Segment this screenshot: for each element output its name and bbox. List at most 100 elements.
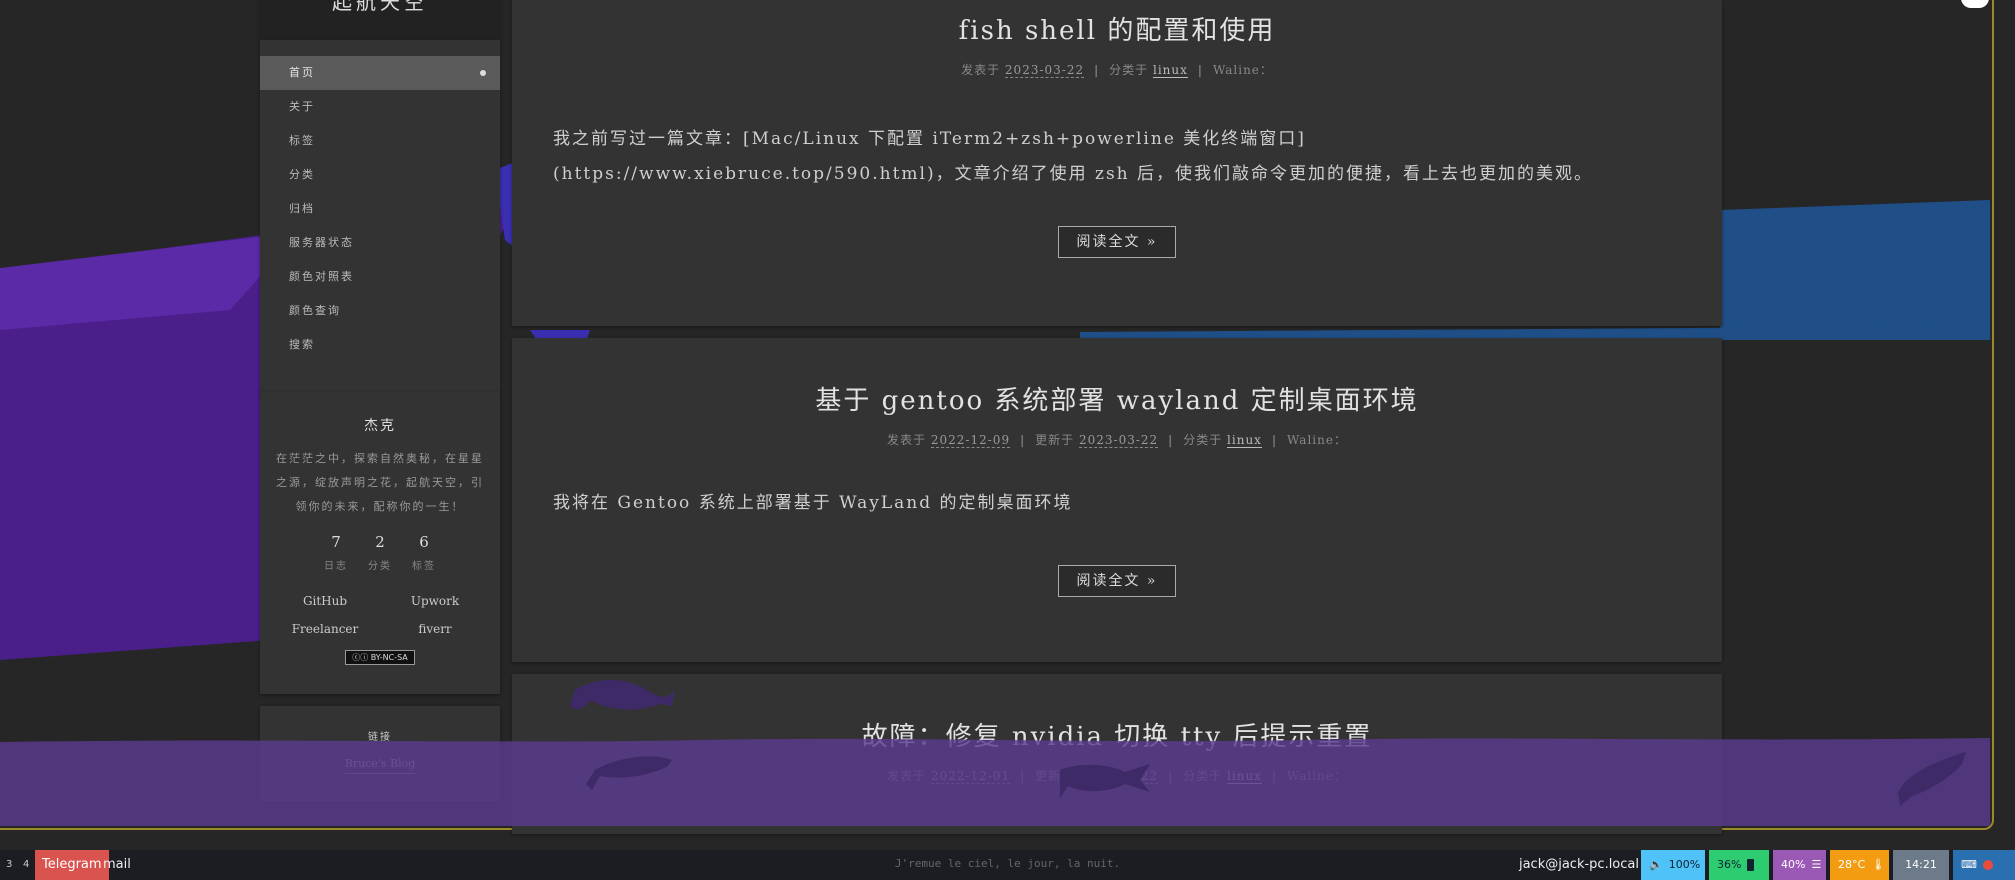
- menu-item-color-query[interactable]: 颜色查询: [260, 294, 500, 328]
- post-card: fish shell 的配置和使用 发表于 2023-03-22 | 分类于 lin…: [512, 0, 1722, 326]
- site-title: 起航天空: [332, 0, 428, 14]
- battery-module[interactable]: 36%: [1709, 850, 1769, 880]
- author-card: 杰克 在茫茫之中，探索自然奥秘，在星星之源，绽放声明之花，起航天空，引领你的未来…: [260, 392, 500, 694]
- category-link[interactable]: linux: [1227, 433, 1262, 448]
- post-meta: 发表于 2022-12-01 | 更新于 2023-03-22 | 分类于 linux |…: [887, 769, 1347, 784]
- user-host-label: jack@jack-pc.local: [1518, 857, 1639, 872]
- telegram-window-button[interactable]: Telegram: [35, 850, 109, 880]
- posted-label: 发表于: [961, 63, 1001, 77]
- speaker-icon: 🔈: [1649, 858, 1663, 871]
- posted-label: 发表于: [887, 433, 927, 447]
- cpu-value: 40%: [1781, 858, 1806, 871]
- menu-item-search[interactable]: 搜索: [260, 328, 500, 362]
- temperature-value: 28°C: [1838, 858, 1866, 871]
- stat-tags[interactable]: 6 标签: [411, 533, 437, 572]
- clock-value: 14:21: [1905, 858, 1937, 871]
- menu-item-label: 关于: [289, 100, 315, 113]
- menu-item-tags[interactable]: 标签: [260, 124, 500, 158]
- updated-date: 2023-03-22: [1078, 433, 1159, 448]
- link-upwork[interactable]: Upwork: [380, 594, 490, 608]
- menu-item-label: 颜色查询: [289, 304, 341, 317]
- posted-label: 发表于: [887, 769, 927, 783]
- system-tray: ⌨: [1953, 850, 2015, 880]
- menu-item-archives[interactable]: 归档: [260, 192, 500, 226]
- thermometer-icon: 🌡: [1871, 858, 1886, 871]
- clock-module[interactable]: 14:21: [1893, 850, 1949, 880]
- site-stats: 7 日志 2 分类 6 标签: [260, 533, 500, 572]
- menu-item-home[interactable]: 首页: [260, 56, 500, 90]
- menu-item-label: 首页: [289, 66, 315, 79]
- menu-item-categories[interactable]: 分类: [260, 158, 500, 192]
- cpu-module[interactable]: 40% ☰: [1773, 850, 1826, 880]
- menu-item-server-status[interactable]: 服务器状态: [260, 226, 500, 260]
- menu-item-label: 服务器状态: [289, 236, 354, 249]
- waline-count[interactable]: Waline：: [1287, 433, 1347, 447]
- site-brand[interactable]: 起航天空: [260, 0, 500, 40]
- post-card: 基于 gentoo 系统部署 wayland 定制桌面环境 发表于 2022-1…: [512, 338, 1722, 662]
- volume-module[interactable]: 🔈 100%: [1641, 850, 1705, 880]
- category-link[interactable]: linux: [1227, 769, 1262, 784]
- cc-icon: ⓒⓘ: [352, 653, 369, 662]
- stat-label: 标签: [412, 561, 436, 572]
- post-title[interactable]: fish shell 的配置和使用: [512, 10, 1722, 47]
- post-title[interactable]: 故障：修复 nvidia 切换 tty 后提示重置: [512, 716, 1722, 753]
- posted-date: 2022-12-01: [930, 769, 1011, 784]
- read-more-button[interactable]: 阅读全文 »: [1058, 226, 1176, 258]
- updated-label: 更新于: [1035, 769, 1075, 783]
- license-badge[interactable]: ⓒⓘ BY-NC-SA: [345, 650, 415, 665]
- stat-label: 分类: [368, 561, 392, 572]
- post-meta: 发表于 2022-12-09 | 更新于 2023-03-22 | 分类于 linux |…: [887, 433, 1347, 448]
- link-fiverr[interactable]: fiverr: [380, 622, 490, 636]
- menu-item-about[interactable]: 关于: [260, 90, 500, 124]
- stat-categories[interactable]: 2 分类: [367, 533, 393, 572]
- stat-count: 7: [331, 533, 341, 551]
- read-more-button[interactable]: 阅读全文 »: [1058, 565, 1176, 597]
- post-excerpt: 我之前写过一篇文章：[Mac/Linux 下配置 iTerm2+zsh+powe…: [553, 129, 1594, 184]
- updated-label: 更新于: [1035, 433, 1075, 447]
- menu-item-label: 归档: [289, 202, 315, 215]
- post-meta: 发表于 2023-03-22 | 分类于 linux | Waline：: [961, 63, 1273, 78]
- notification-icon[interactable]: [1982, 860, 1993, 870]
- menu-item-label: 搜索: [289, 338, 315, 351]
- menu-item-color-table[interactable]: 颜色对照表: [260, 260, 500, 294]
- blogroll-card: 链接 Bruce's Blog: [260, 706, 500, 802]
- link-freelancer[interactable]: Freelancer: [270, 622, 380, 636]
- post-card: 故障：修复 nvidia 切换 tty 后提示重置 发表于 2022-12-01…: [512, 674, 1722, 834]
- battery-icon: [1747, 859, 1755, 871]
- menu-item-label: 标签: [289, 134, 315, 147]
- waline-count[interactable]: Waline：: [1213, 63, 1273, 77]
- mail-window-button[interactable]: mail: [103, 850, 131, 880]
- author-name: 杰克: [364, 418, 396, 434]
- temperature-module[interactable]: 28°C 🌡: [1830, 850, 1889, 880]
- post-title[interactable]: 基于 gentoo 系统部署 wayland 定制桌面环境: [512, 380, 1722, 417]
- menu-item-label: 颜色对照表: [289, 270, 354, 283]
- list-icon: ☰: [1811, 858, 1822, 871]
- status-bar: 3 4 Telegram mail J'remue le ciel, le jo…: [0, 850, 2015, 880]
- workspace-3[interactable]: 3: [6, 850, 12, 880]
- social-links: GitHub Upwork Freelancer fiverr: [270, 594, 490, 636]
- category-label: 分类于: [1183, 433, 1223, 447]
- blogroll-link[interactable]: Bruce's Blog: [344, 757, 416, 774]
- active-dot-icon: [480, 70, 486, 76]
- author-description: 在茫茫之中，探索自然奥秘，在星星之源，绽放声明之花，起航天空，引领你的未来，配称…: [276, 452, 484, 513]
- stat-label: 日志: [324, 561, 348, 572]
- link-github[interactable]: GitHub: [270, 594, 380, 608]
- category-label: 分类于: [1183, 769, 1223, 783]
- blogroll-title: 链接: [368, 732, 392, 743]
- updated-date: 2023-03-22: [1078, 769, 1159, 784]
- site-nav-menu: 首页 关于 标签 分类 归档 服务器状态 颜色对照表 颜色查询 搜索: [260, 40, 500, 396]
- stat-posts[interactable]: 7 日志: [323, 533, 349, 572]
- waline-count[interactable]: Waline：: [1287, 769, 1347, 783]
- posted-date: 2023-03-22: [1004, 63, 1085, 78]
- workspace-4[interactable]: 4: [23, 850, 29, 880]
- category-label: 分类于: [1109, 63, 1149, 77]
- battery-value: 36%: [1717, 858, 1742, 871]
- keyboard-icon[interactable]: ⌨: [1961, 850, 1977, 880]
- volume-value: 100%: [1668, 858, 1701, 871]
- category-link[interactable]: linux: [1153, 63, 1188, 78]
- stat-count: 2: [375, 533, 385, 551]
- stat-count: 6: [419, 533, 429, 551]
- license-label: BY-NC-SA: [370, 653, 408, 662]
- posted-date: 2022-12-09: [930, 433, 1011, 448]
- post-excerpt: 我将在 Gentoo 系统上部署基于 WayLand 的定制桌面环境: [553, 493, 1073, 513]
